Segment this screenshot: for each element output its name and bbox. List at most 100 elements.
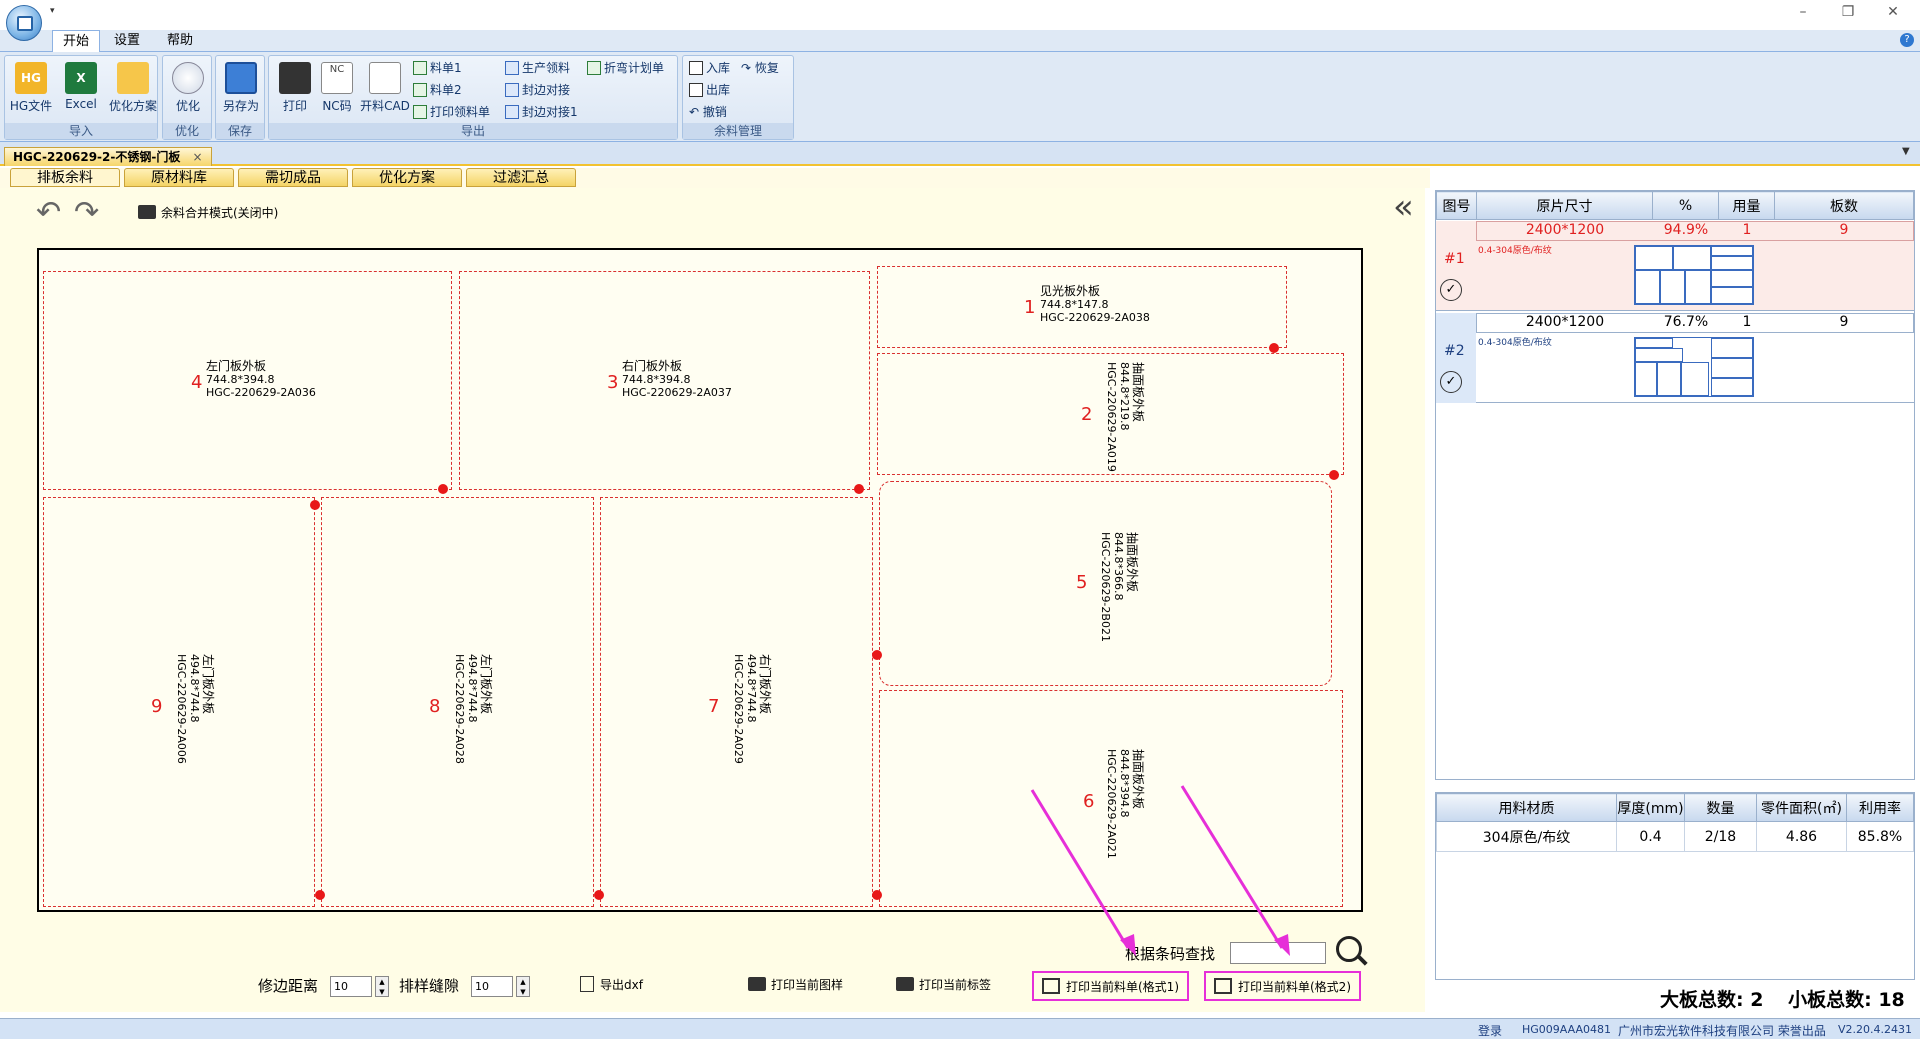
col-header[interactable]: 用量 xyxy=(1718,191,1775,220)
sheet-percent: 94.9% xyxy=(1663,222,1709,238)
chart-small-icon xyxy=(505,83,519,97)
table-row[interactable]: 304原色/布纹 0.4 2/18 4.86 85.8% xyxy=(1436,821,1914,852)
part-8[interactable]: 8 左门板外板 494.8*744.8 HGC-220629-2A028 xyxy=(321,497,594,907)
export-dxf-button[interactable]: 导出dxf xyxy=(580,973,643,997)
part-number: 1 xyxy=(1024,297,1036,318)
restore-button[interactable]: ↷ 恢复 xyxy=(741,58,779,78)
cut-start-dot xyxy=(872,650,882,660)
clock-icon xyxy=(172,62,204,94)
help-icon[interactable]: ? xyxy=(1900,33,1914,47)
app-menu-button[interactable] xyxy=(6,5,42,41)
minimize-icon[interactable]: – xyxy=(1788,4,1818,20)
part-4[interactable]: 4 左门板外板 744.8*394.8 HGC-220629-2A036 xyxy=(43,271,452,490)
print-pick-list-button[interactable]: 打印领料单 xyxy=(413,102,490,122)
part-2[interactable]: 2 抽面板外板 844.8*219.8 HGC-220629-2A019 xyxy=(877,353,1344,475)
excel-button[interactable]: X Excel xyxy=(59,60,103,122)
document-tab[interactable]: HGC-220629-2-不锈钢-门板 × xyxy=(4,147,212,166)
tab-start[interactable]: 开始 xyxy=(52,30,101,53)
part-9[interactable]: 9 左门板外板 494.8*744.8 HGC-220629-2A006 xyxy=(43,497,315,907)
sheet-thumbnail[interactable] xyxy=(1634,337,1754,397)
tab-list-dropdown-icon[interactable]: ▼ xyxy=(1902,146,1910,157)
print-button[interactable]: 打印 xyxy=(273,60,317,122)
close-tab-icon[interactable]: × xyxy=(193,150,203,164)
undo-arrow-icon[interactable]: ↶ xyxy=(36,198,61,228)
tab-filter-summary[interactable]: 过滤汇总 xyxy=(466,168,576,187)
save-as-button[interactable]: 另存为 xyxy=(219,60,263,122)
optimize-plan-button[interactable]: 优化方案 xyxy=(109,60,157,122)
group-export: 打印 NC NC码 开料CAD 料单1 料单2 打印领料单 生产领料 封边对接 封… xyxy=(268,55,678,140)
trim-stepper[interactable]: ▲ ▼ xyxy=(375,976,389,997)
ribbon-tab-row: 开始 设置 帮助 ? xyxy=(0,30,1920,53)
title-bar xyxy=(0,0,1920,30)
trim-input[interactable]: 10 xyxy=(330,976,372,997)
sheet-row-summary: 2400*1200 94.9% 1 9 xyxy=(1476,221,1914,241)
gap-stepper[interactable]: ▲ ▼ xyxy=(516,976,530,997)
print-label-button[interactable]: 打印当前标签 xyxy=(896,973,991,997)
sub-tab-row: 排板余料 原材料库 需切成品 优化方案 过滤汇总 xyxy=(0,168,1430,188)
col-header[interactable]: % xyxy=(1652,191,1719,220)
stat-thickness: 0.4 xyxy=(1616,821,1685,852)
group-save: 另存为 保存 xyxy=(215,55,265,140)
tab-help[interactable]: 帮助 xyxy=(157,30,203,52)
check-circle-icon[interactable]: ✓ xyxy=(1440,279,1462,301)
bend-plan-button[interactable]: 折弯计划单 xyxy=(587,58,664,78)
part-number: 2 xyxy=(1081,404,1093,425)
merge-mode-toggle[interactable]: 余料合并模式(关闭中) xyxy=(138,204,278,221)
stock-in-button[interactable]: 入库 xyxy=(689,58,730,78)
quick-access-dropdown-icon[interactable]: ▾ xyxy=(50,6,55,16)
check-circle-icon[interactable]: ✓ xyxy=(1440,371,1462,393)
excel-small-icon xyxy=(413,105,427,119)
tab-cut-products[interactable]: 需切成品 xyxy=(238,168,348,187)
login-link[interactable]: 登录 xyxy=(1478,1022,1502,1039)
edge-join-button[interactable]: 封边对接 xyxy=(505,80,570,100)
stat-material: 304原色/布纹 xyxy=(1436,821,1617,852)
close-icon[interactable]: ✕ xyxy=(1878,4,1908,20)
collapse-panel-icon[interactable]: « xyxy=(1393,190,1414,224)
col-header[interactable]: 板数 xyxy=(1774,191,1914,220)
sheet-row-2[interactable]: 2400*1200 76.7% 1 9 #2 ✓ 0.4-304原色/布纹 xyxy=(1436,313,1914,403)
sheet-id: #2 xyxy=(1444,343,1465,359)
list2-button[interactable]: 料单2 xyxy=(413,80,462,100)
production-pick-button[interactable]: 生产领料 xyxy=(505,58,570,78)
optimize-button[interactable]: 优化 xyxy=(166,60,210,122)
group-label-export: 导出 xyxy=(269,123,677,139)
tab-layout-leftover[interactable]: 排板余料 xyxy=(10,168,120,187)
part-7[interactable]: 7 右门板外板 494.8*744.8 HGC-220629-2A029 xyxy=(600,497,873,907)
part-5[interactable]: 5 抽面板外板 844.8*366.8 HGC-220629-2B021 xyxy=(879,481,1332,686)
sheet-size: 2400*1200 xyxy=(1525,222,1605,238)
chart-small-icon xyxy=(505,61,519,75)
edge-join1-button[interactable]: 封边对接1 xyxy=(505,102,578,122)
print-sheet-button[interactable]: 打印当前图样 xyxy=(748,973,843,997)
stock-out-button[interactable]: 出库 xyxy=(689,80,730,100)
sheet-row-1[interactable]: 2400*1200 94.9% 1 9 #1 ✓ 0.4-304原色/布纹 xyxy=(1436,221,1914,311)
print-list-format1-button[interactable]: 打印当前料单(格式1) xyxy=(1032,971,1189,1001)
cut-cad-button[interactable]: 开料CAD xyxy=(359,60,411,122)
redo-arrow-icon[interactable]: ↷ xyxy=(74,198,99,228)
part-3[interactable]: 3 右门板外板 744.8*394.8 HGC-220629-2A037 xyxy=(459,271,870,490)
list1-button[interactable]: 料单1 xyxy=(413,58,462,78)
part-1[interactable]: 1 见光板外板 744.8*147.8 HGC-220629-2A038 xyxy=(877,266,1287,348)
print-list-format2-button[interactable]: 打印当前料单(格式2) xyxy=(1204,971,1361,1001)
sheet-thumbnail[interactable] xyxy=(1634,245,1754,305)
printer-icon xyxy=(896,977,914,991)
undo-button[interactable]: ↶ 撤销 xyxy=(689,102,727,122)
sheet-material: 0.4-304原色/布纹 xyxy=(1478,246,1552,256)
part-label: 左门板外板 744.8*394.8 HGC-220629-2A036 xyxy=(206,359,316,400)
excel-small-icon xyxy=(587,61,601,75)
tab-optimize-plan[interactable]: 优化方案 xyxy=(352,168,462,187)
col-header[interactable]: 图号 xyxy=(1436,191,1477,220)
nc-code-button[interactable]: NC NC码 xyxy=(315,60,359,122)
restore-icon[interactable]: ❐ xyxy=(1833,4,1863,20)
hg-file-button[interactable]: HG HG文件 xyxy=(9,60,53,122)
printer-icon xyxy=(748,977,766,991)
trim-label: 修边距离 xyxy=(258,977,319,995)
col-header[interactable]: 原片尺寸 xyxy=(1476,191,1653,220)
cut-start-dot xyxy=(872,890,882,900)
gap-input[interactable]: 10 xyxy=(471,976,513,997)
part-number: 4 xyxy=(191,372,203,393)
gap-label: 排样缝隙 xyxy=(399,977,460,995)
excel-x-icon xyxy=(1214,978,1232,994)
tab-settings[interactable]: 设置 xyxy=(104,30,150,52)
col-header: 用料材质 xyxy=(1436,793,1617,822)
tab-material-stock[interactable]: 原材料库 xyxy=(124,168,234,187)
